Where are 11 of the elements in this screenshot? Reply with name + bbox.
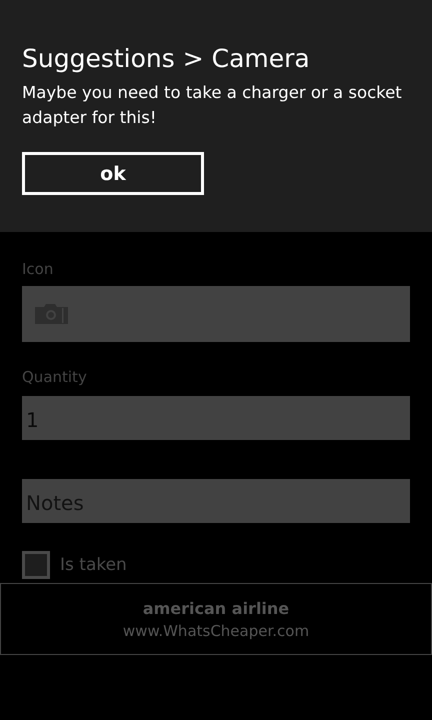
dialog-message: Maybe you need to take a charger or a socket adapter for this! — [22, 82, 403, 129]
field-label: Quantity — [22, 367, 88, 388]
ad-banner[interactable]: american airline www.WhatsCheaper.com — [0, 583, 432, 655]
dialog-title: Suggestions > Camera — [22, 43, 311, 75]
ad-title: american airline — [142, 598, 290, 618]
icon-field[interactable] — [22, 286, 410, 342]
checkbox-label: Is taken — [60, 555, 127, 575]
ok-button[interactable]: ok — [22, 152, 204, 195]
field-label: Icon — [22, 259, 54, 280]
ad-url: www.WhatsCheaper.com — [122, 622, 310, 640]
checkbox[interactable] — [22, 551, 50, 579]
